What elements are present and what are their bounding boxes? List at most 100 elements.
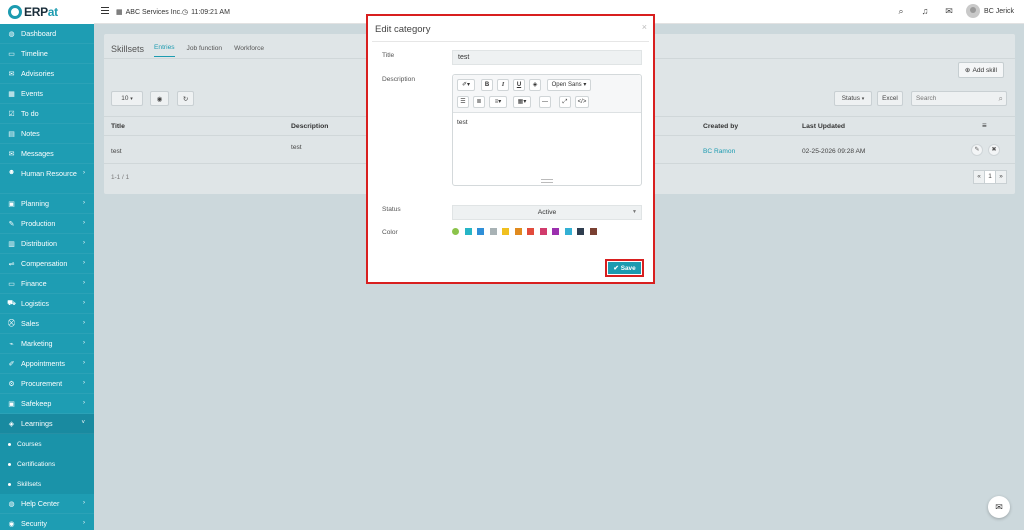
clock-icon: ◷ xyxy=(182,9,189,16)
sidebar-item-dashboard[interactable]: ◍ Dashboard xyxy=(0,24,94,44)
edit-button[interactable]: ✎ xyxy=(971,144,983,156)
italic-button[interactable]: I xyxy=(497,79,509,91)
save-button[interactable]: ✔ Save xyxy=(608,262,641,274)
sidebar-item-appointments[interactable]: ✐ Appointments › xyxy=(0,354,94,374)
sidebar-item-logistics[interactable]: ⛟ Logistics › xyxy=(0,294,94,314)
chat-icon[interactable]: ✉ xyxy=(988,496,1010,518)
sidebar-item-production[interactable]: ✎ Production › xyxy=(0,214,94,234)
sidebar-subitem-skillsets[interactable]: Skillsets xyxy=(0,474,94,494)
sidebar-item-human-resource[interactable]: ☻ Human Resource › xyxy=(0,164,94,194)
sidebar-subitem-certifications[interactable]: Certifications xyxy=(0,454,94,474)
sidebar-item-compensation[interactable]: ⇌ Compensation › xyxy=(0,254,94,274)
status-select[interactable]: Active ▼ xyxy=(452,205,642,220)
color-swatch[interactable] xyxy=(527,228,534,235)
status-filter-label: Status xyxy=(841,95,860,102)
bell-icon[interactable]: ♫ xyxy=(920,6,930,16)
search-icon[interactable]: ⌕ xyxy=(896,6,906,16)
sidebar-item-notes[interactable]: ▤ Notes xyxy=(0,124,94,144)
cell-created-by[interactable]: BC Ramon xyxy=(703,148,735,155)
next-page-button[interactable]: » xyxy=(995,170,1007,184)
color-swatch[interactable] xyxy=(489,228,497,235)
sidebar-item-sales[interactable]: ⛒ Sales › xyxy=(0,314,94,334)
status-filter[interactable]: Status ▾ xyxy=(834,91,872,106)
columns-menu-icon[interactable]: ≡ xyxy=(982,121,987,130)
refresh-button[interactable]: ↻ xyxy=(177,91,194,106)
col-last-updated[interactable]: Last Updated xyxy=(802,123,845,130)
fullscreen-icon[interactable]: ⤢ xyxy=(559,96,571,108)
page-size-select[interactable]: 10 ▾ xyxy=(111,91,143,106)
chevron-icon: › xyxy=(83,500,85,506)
close-icon[interactable]: × xyxy=(642,22,647,32)
sidebar-item-label: Marketing xyxy=(21,339,53,348)
tab-job-function[interactable]: Job function xyxy=(187,41,223,57)
col-description[interactable]: Description xyxy=(291,123,328,130)
sidebar-item-events[interactable]: ▦ Events xyxy=(0,84,94,104)
company-selector[interactable]: ▦ ABC Services Inc. xyxy=(116,8,182,17)
search-icon[interactable]: ⌕ xyxy=(999,94,1003,104)
align-icon[interactable]: ≡▾ xyxy=(489,96,507,108)
col-created-by[interactable]: Created by xyxy=(703,123,738,130)
sidebar-item-to-do[interactable]: ☑ To do xyxy=(0,104,94,124)
user-menu[interactable]: BC Jerick xyxy=(966,4,1014,18)
color-swatch[interactable] xyxy=(539,228,547,235)
numbered-list-icon[interactable]: ≣ xyxy=(473,96,485,108)
sidebar-item-messages[interactable]: ✉ Messages xyxy=(0,144,94,164)
code-view-icon[interactable]: </> xyxy=(575,96,589,108)
search-input[interactable] xyxy=(911,91,1007,106)
bullet-list-icon[interactable]: ☰ xyxy=(457,96,469,108)
underline-button[interactable]: U xyxy=(513,79,525,91)
bold-button[interactable]: B xyxy=(481,79,493,91)
sidebar-icon: ▦ xyxy=(8,90,15,98)
chevron-icon: › xyxy=(83,360,85,366)
delete-button[interactable]: ✖ xyxy=(988,144,1000,156)
font-family-select[interactable]: Open Sans ▾ xyxy=(547,79,591,91)
tab-workforce[interactable]: Workforce xyxy=(234,41,264,57)
sidebar-item-timeline[interactable]: ▭ Timeline xyxy=(0,44,94,64)
cell-title: test xyxy=(111,148,122,155)
sidebar-item-finance[interactable]: ▭ Finance › xyxy=(0,274,94,294)
sidebar-item-planning[interactable]: ▣ Planning › xyxy=(0,194,94,214)
add-skill-label: Add skill xyxy=(972,66,997,74)
eraser-icon[interactable]: ◈ xyxy=(529,79,541,91)
sidebar-item-advisories[interactable]: ✉ Advisories xyxy=(0,64,94,84)
chevron-icon: › xyxy=(83,280,85,286)
pencil-icon: ✎ xyxy=(974,147,980,153)
sidebar-item-label: Notes xyxy=(21,129,40,138)
menu-toggle-icon[interactable] xyxy=(101,7,109,15)
sidebar-icon: ⛟ xyxy=(7,300,16,307)
color-swatch[interactable] xyxy=(514,228,522,235)
editor-content[interactable]: test xyxy=(457,119,468,126)
pager-info: 1-1 / 1 xyxy=(111,174,130,181)
user-name: BC Jerick xyxy=(984,7,1014,15)
col-title[interactable]: Title xyxy=(111,123,125,130)
color-swatch[interactable] xyxy=(502,228,509,235)
visibility-toggle-button[interactable]: ◉ xyxy=(150,91,169,106)
color-swatch[interactable] xyxy=(477,228,484,235)
color-swatch[interactable] xyxy=(564,228,572,235)
app-logo[interactable]: ERPat xyxy=(0,0,94,24)
sidebar-item-security[interactable]: ◉ Security › xyxy=(0,514,94,530)
sidebar-item-marketing[interactable]: ⌁ Marketing › xyxy=(0,334,94,354)
tab-entries[interactable]: Entries xyxy=(154,40,175,57)
title-input[interactable] xyxy=(452,50,642,65)
excel-button[interactable]: Excel xyxy=(877,91,903,106)
resize-handle[interactable] xyxy=(541,179,553,183)
add-skill-button[interactable]: ⊕ Add skill xyxy=(957,62,1004,78)
color-swatch[interactable] xyxy=(452,228,459,235)
color-swatch[interactable] xyxy=(552,228,559,235)
sidebar-item-help-center[interactable]: ◍ Help Center › xyxy=(0,494,94,514)
sidebar-icon: ✉ xyxy=(8,150,15,158)
color-swatch[interactable] xyxy=(589,228,597,235)
sidebar-item-safekeep[interactable]: ▣ Safekeep › xyxy=(0,394,94,414)
magic-wand-icon[interactable]: ✐▾ xyxy=(457,79,475,91)
sidebar-subitem-courses[interactable]: Courses xyxy=(0,434,94,454)
color-swatch[interactable] xyxy=(577,228,584,235)
sidebar-icon: ✉ xyxy=(8,70,15,78)
color-swatch[interactable] xyxy=(464,228,472,235)
mail-icon[interactable]: ✉ xyxy=(944,6,954,16)
table-icon[interactable]: ▦▾ xyxy=(513,96,531,108)
sidebar-item-learnings[interactable]: ◈ Learnings ˅ xyxy=(0,414,94,434)
sidebar-item-procurement[interactable]: ⚙ Procurement › xyxy=(0,374,94,394)
horizontal-rule-icon[interactable]: — xyxy=(539,96,551,108)
sidebar-item-distribution[interactable]: ▥ Distribution › xyxy=(0,234,94,254)
